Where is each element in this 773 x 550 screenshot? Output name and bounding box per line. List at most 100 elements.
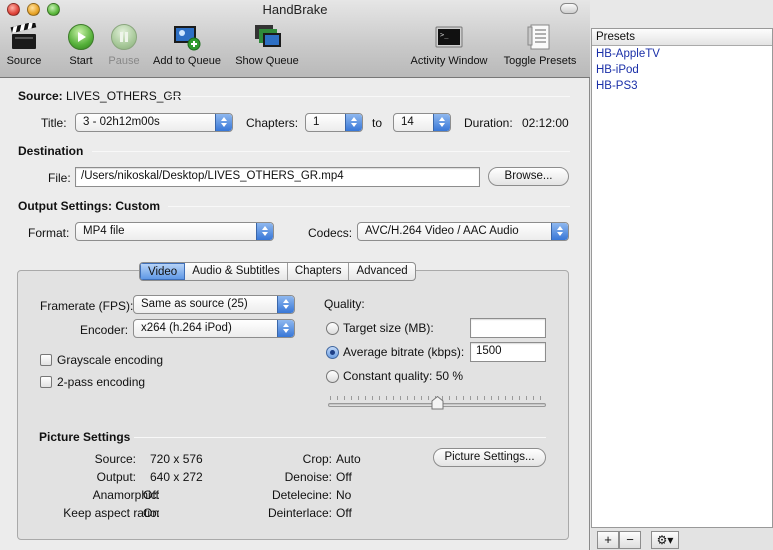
picture-output-label: Output: [96, 470, 136, 484]
source-heading-label: Source: [18, 89, 63, 103]
twopass-checkbox[interactable] [40, 376, 52, 388]
average-bitrate-label: Average bitrate (kbps): [343, 345, 465, 359]
source-name: LIVES_OTHERS_GR [66, 89, 182, 103]
encoder-popup[interactable]: x264 (h.264 iPod) [133, 319, 295, 338]
grayscale-label: Grayscale encoding [57, 353, 164, 367]
popup-arrows-icon [551, 223, 568, 240]
presets-drawer-icon [525, 22, 555, 52]
play-icon [66, 22, 96, 52]
browse-button[interactable]: Browse... [488, 167, 569, 186]
presets-header[interactable]: Presets [592, 29, 772, 46]
add-preset-button[interactable]: + [597, 531, 619, 549]
remove-preset-button[interactable]: − [619, 531, 641, 549]
presets-list: Presets HB-AppleTV HB-iPod HB-PS3 [591, 28, 773, 528]
target-size-radio[interactable] [326, 322, 339, 335]
deinterlace-value: Off [336, 506, 352, 520]
constant-quality-label: Constant quality: 50 % [343, 369, 464, 383]
picture-source-value: 720 x 576 [150, 452, 203, 466]
anamorphic-label: Anamorphic: [92, 488, 160, 502]
keep-aspect-label: Keep aspect ratio: [63, 506, 160, 520]
average-bitrate-field[interactable]: 1500 [470, 342, 546, 362]
average-bitrate-radio[interactable] [326, 346, 339, 359]
popup-arrows-icon [277, 320, 294, 337]
grayscale-checkbox[interactable] [40, 354, 52, 366]
picture-settings-heading: Picture Settings [39, 430, 131, 444]
duration-label: Duration: [464, 116, 513, 130]
window-title: HandBrake [262, 2, 328, 17]
format-popup[interactable]: MP4 file [75, 222, 274, 241]
picture-output-value: 640 x 272 [150, 470, 203, 484]
preset-item[interactable]: HB-PS3 [592, 78, 772, 94]
preset-item[interactable]: HB-iPod [592, 62, 772, 78]
chapter-start-popup[interactable]: 1 [305, 113, 363, 132]
crop-value: Auto [336, 452, 361, 466]
destination-heading: Destination [18, 144, 84, 158]
tab-advanced[interactable]: Advanced [349, 263, 414, 280]
to-label: to [372, 116, 383, 130]
codecs-popup[interactable]: AVC/H.264 Video / AAC Audio [357, 222, 569, 241]
activity-window-button[interactable]: >_ Activity Window [404, 22, 494, 67]
framerate-label: Framerate (FPS): [40, 299, 134, 313]
twopass-label: 2-pass encoding [57, 375, 146, 389]
quality-slider-knob[interactable] [431, 395, 444, 410]
presets-drawer: Presets HB-AppleTV HB-iPod HB-PS3 + − ⚙▾ [591, 28, 773, 550]
title-label: Title: [41, 116, 67, 130]
popup-arrows-icon [256, 223, 273, 240]
duration-value: 02:12:00 [522, 116, 569, 130]
gear-icon: ⚙▾ [656, 533, 674, 547]
show-queue-label: Show Queue [235, 55, 299, 67]
picture-source-label: Source: [94, 452, 136, 466]
output-preset-name: Custom [115, 199, 160, 213]
detelecine-value: No [336, 488, 352, 502]
title-popup[interactable]: 3 - 02h12m00s [75, 113, 233, 132]
file-label: File: [48, 171, 71, 185]
add-to-queue-button[interactable]: Add to Queue [148, 22, 226, 67]
target-size-label: Target size (MB): [343, 321, 434, 335]
title-value: 3 - 02h12m00s [83, 116, 160, 128]
toggle-presets-label: Toggle Presets [503, 55, 577, 67]
pause-button[interactable]: Pause [105, 22, 143, 67]
pause-icon [109, 22, 139, 52]
format-value: MP4 file [83, 225, 125, 237]
picture-settings-button[interactable]: Picture Settings... [433, 448, 546, 467]
gear-menu-button[interactable]: ⚙▾ [651, 531, 679, 549]
codecs-label: Codecs: [308, 226, 353, 240]
output-divider [168, 206, 570, 207]
add-to-queue-label: Add to Queue [153, 55, 221, 67]
tab-bar: Video Audio & Subtitles Chapters Advance… [139, 262, 416, 281]
show-queue-icon [252, 22, 282, 52]
title-toolbar: HandBrake Source Start Pause Add to Queu… [0, 0, 590, 78]
start-button[interactable]: Start [64, 22, 98, 67]
encoder-value: x264 (h.264 iPod) [141, 322, 232, 334]
constant-quality-radio[interactable] [326, 370, 339, 383]
framerate-popup[interactable]: Same as source (25) [133, 295, 295, 314]
show-queue-button[interactable]: Show Queue [232, 22, 302, 67]
chapter-end-popup[interactable]: 14 [393, 113, 451, 132]
terminal-icon: >_ [434, 22, 464, 52]
toggle-presets-button[interactable]: Toggle Presets [499, 22, 581, 67]
popup-arrows-icon [215, 114, 232, 131]
source-heading: Source: LIVES_OTHERS_GR [18, 89, 181, 103]
source-divider [170, 96, 570, 97]
popup-arrows-icon [433, 114, 450, 131]
anamorphic-value: Off [143, 488, 159, 502]
target-size-field[interactable] [470, 318, 546, 338]
tab-video[interactable]: Video [140, 263, 186, 280]
preset-item[interactable]: HB-AppleTV [592, 46, 772, 62]
denoise-label: Denoise: [284, 470, 332, 484]
output-settings-label: Output Settings: [18, 199, 112, 213]
chapter-start-value: 1 [313, 116, 320, 128]
chapter-end-value: 14 [401, 116, 414, 128]
codecs-value: AVC/H.264 Video / AAC Audio [365, 225, 519, 237]
main-window: HandBrake Source Start Pause Add to Queu… [0, 0, 590, 550]
tab-audio-subtitles[interactable]: Audio & Subtitles [185, 263, 288, 280]
file-path-field[interactable]: /Users/nikoskal/Desktop/LIVES_OTHERS_GR.… [75, 167, 480, 187]
picture-divider [134, 437, 546, 438]
output-settings-heading: Output Settings: Custom [18, 199, 160, 213]
framerate-value: Same as source (25) [141, 298, 248, 310]
format-label: Format: [28, 226, 70, 240]
popup-arrows-icon [277, 296, 294, 313]
source-button[interactable]: Source [4, 22, 44, 67]
start-label: Start [69, 55, 93, 67]
tab-chapters[interactable]: Chapters [288, 263, 350, 280]
